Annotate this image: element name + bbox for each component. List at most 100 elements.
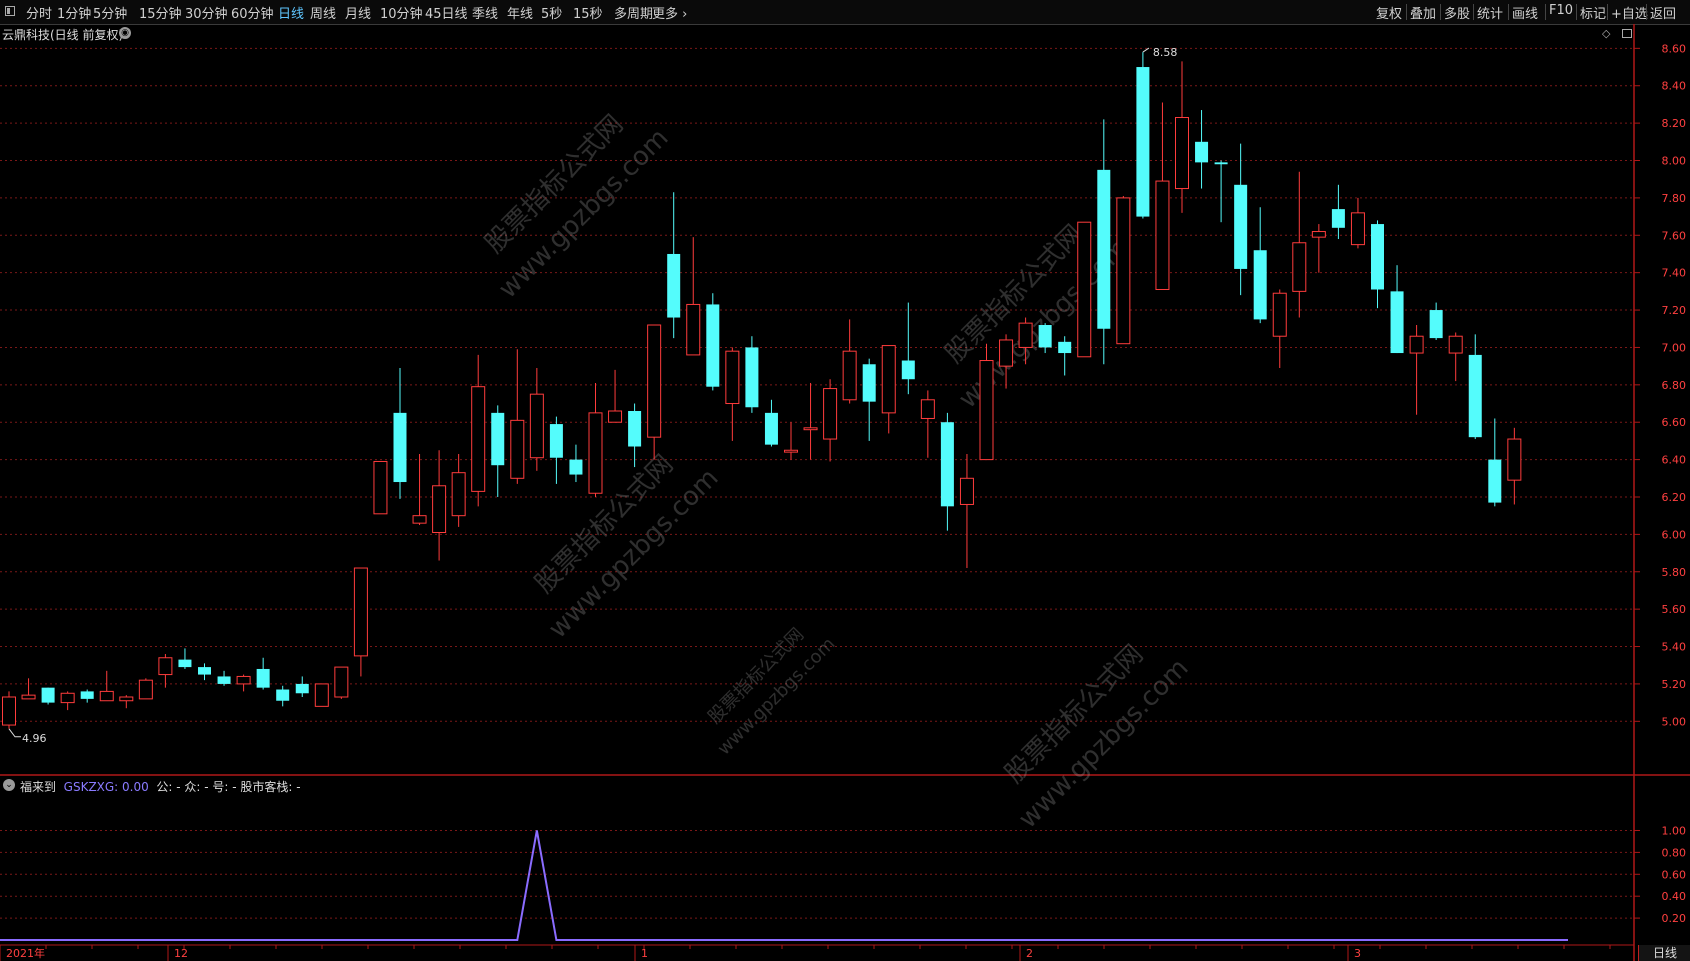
indicator-params: 公: - 众: - 号: - 股市客栈: - (156, 780, 301, 794)
candle-body (959, 477, 974, 505)
price-tick-label: 6.40 (1662, 454, 1687, 467)
price-tick-label: 8.40 (1662, 80, 1687, 93)
candle-body (608, 410, 623, 423)
price-tick-label: 6.80 (1662, 379, 1687, 392)
indicator-title: 福来到 GSKZXG: 0.00 公: - 众: - 号: - 股市客栈: - (20, 778, 301, 795)
candle-body (647, 324, 662, 438)
indicator-tick-label: 0.60 (1662, 868, 1687, 881)
candle-body (979, 360, 994, 461)
candle-body (745, 347, 759, 408)
indicator-line (0, 830, 1568, 941)
candle-body (1448, 335, 1463, 354)
high-label: 8.58 (1153, 46, 1178, 59)
candle-body (1116, 197, 1131, 345)
candle-body (999, 339, 1014, 367)
indicator-tick-label: 0.20 (1662, 912, 1687, 925)
candle-body (393, 412, 407, 483)
price-tick-label: 7.00 (1662, 341, 1687, 354)
candle-body (138, 679, 153, 700)
candle-body (1371, 224, 1384, 290)
candle-body (842, 350, 857, 401)
candle-body (217, 676, 231, 684)
price-tick-label: 5.80 (1662, 566, 1687, 579)
period-label[interactable]: 日线 (1638, 945, 1690, 961)
candle-body (119, 696, 134, 702)
candle-body (1155, 180, 1170, 290)
candle-body (412, 515, 427, 524)
price-tick-label: 7.80 (1662, 192, 1687, 205)
price-tick-label: 5.60 (1662, 603, 1687, 616)
candle-body (432, 485, 447, 534)
indicator-toggle-icon[interactable]: ⌄ (3, 779, 15, 791)
candle-body (1292, 242, 1307, 292)
indicator-tick-label: 0.40 (1662, 890, 1687, 903)
date-label: 12 (174, 947, 188, 960)
candle-body (725, 350, 740, 405)
candle-body (2, 696, 16, 726)
candle-body (80, 691, 94, 699)
candle-body (1488, 459, 1502, 503)
candle-body (1253, 250, 1267, 320)
indicator-tick-label: 0.80 (1662, 846, 1687, 859)
kline-chart[interactable]: 8.60 8.40 8.20 8.00 7.80 7.60 7.40 7.20 7.00 6.80… (0, 0, 1690, 961)
price-tick-label: 8.00 (1662, 155, 1687, 168)
candle-body (314, 683, 329, 707)
candle-body (1311, 231, 1326, 238)
date-label: 2 (1026, 947, 1033, 960)
candle-body (1214, 162, 1228, 165)
price-tick-label: 7.60 (1662, 229, 1687, 242)
indicator-value: GSKZXG: 0.00 (63, 780, 149, 794)
candle-body (373, 460, 388, 515)
indicator-name: 福来到 (20, 780, 57, 794)
date-label: 2021年 (6, 946, 45, 960)
price-tick-label: 6.60 (1662, 416, 1687, 429)
candle-body (569, 459, 583, 475)
price-tick-label: 6.20 (1662, 491, 1687, 504)
candle-body (764, 412, 778, 445)
price-tick-label: 6.00 (1662, 528, 1687, 541)
candle-body (588, 412, 603, 494)
price-tick-label: 7.20 (1662, 304, 1687, 317)
candle-body (1018, 322, 1033, 348)
candle-body (256, 668, 270, 688)
candle-body (236, 675, 251, 685)
candle-body (1136, 67, 1150, 217)
candle-body (510, 419, 525, 479)
candle-body (784, 449, 798, 453)
candle-body (1272, 292, 1287, 337)
candle-body (1409, 335, 1424, 354)
candle-body (1234, 184, 1248, 269)
candle-body (549, 424, 563, 458)
candle-body (451, 472, 466, 517)
candle-body (1175, 117, 1189, 190)
candle-body (803, 427, 818, 431)
candle-body (920, 399, 935, 419)
low-marker (8, 728, 21, 738)
price-tick-label: 5.00 (1662, 715, 1687, 728)
candle-body (276, 689, 290, 701)
price-tick-label: 5.40 (1662, 641, 1687, 654)
candle-body (881, 345, 896, 414)
candle-body (1507, 438, 1522, 481)
candle-body (1097, 169, 1111, 329)
candle-body (353, 567, 368, 657)
candle-body (686, 303, 701, 356)
candle-body (1195, 141, 1209, 163)
date-label: 3 (1354, 947, 1361, 960)
candle-body (1058, 341, 1072, 354)
candle-body (41, 687, 55, 703)
candle-body (1390, 291, 1404, 354)
candle-body (158, 657, 173, 676)
candle-body (198, 667, 211, 675)
candle-body (628, 410, 642, 447)
candle-body (21, 694, 36, 700)
indicator-tick-label: 1.00 (1662, 824, 1687, 837)
price-tick-label: 5.20 (1662, 678, 1687, 691)
watermark: 股票指标公式网www.gpzbgs.com (529, 449, 724, 644)
watermark: 股票指标公式网www.gpzbgs.com (704, 624, 839, 759)
candle-body (940, 422, 954, 507)
price-tick-label: 7.40 (1662, 267, 1687, 280)
candle-body (99, 690, 114, 702)
candle-body (1077, 221, 1092, 358)
watermark: 股票指标公式网www.gpzbgs.com (999, 639, 1194, 834)
